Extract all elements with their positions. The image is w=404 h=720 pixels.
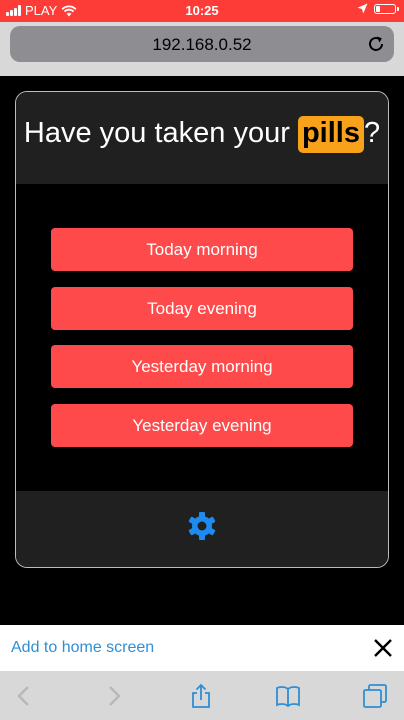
gear-icon[interactable] [187, 511, 217, 541]
title-text: Have you taken your [23, 117, 298, 149]
browser-toolbar [0, 671, 404, 720]
page-title: Have you taken your pills? [16, 116, 388, 153]
status-right [357, 3, 399, 14]
status-bar: PLAY 10:25 [0, 0, 404, 22]
today-evening-button[interactable]: Today evening [51, 286, 353, 330]
status-time: 10:25 [185, 3, 219, 18]
reload-icon[interactable] [366, 34, 386, 54]
forward-icon[interactable] [100, 683, 126, 709]
title-highlight: pills [297, 116, 364, 153]
battery-fill [376, 5, 380, 12]
back-icon[interactable] [12, 683, 38, 709]
close-icon[interactable] [373, 638, 393, 658]
bookmarks-icon[interactable] [275, 683, 301, 709]
card-header: Have you taken your pills? [16, 92, 388, 184]
answer-buttons: Today morning Today evening Yesterday mo… [51, 228, 353, 462]
url-field[interactable]: 192.168.0.52 [10, 26, 394, 62]
share-icon[interactable] [188, 683, 214, 709]
battery-icon [374, 3, 399, 14]
title-question-mark: ? [363, 117, 381, 149]
tabs-icon[interactable] [362, 683, 388, 709]
add-to-home-link[interactable]: Add to home screen [11, 639, 154, 657]
card-footer [16, 491, 388, 567]
location-icon [357, 3, 368, 14]
pills-card: Have you taken your pills? Today morning… [15, 91, 389, 568]
yesterday-evening-button[interactable]: Yesterday evening [51, 403, 353, 447]
add-to-home-banner: Add to home screen [0, 625, 404, 671]
browser-address-bar: 192.168.0.52 [0, 22, 404, 76]
yesterday-morning-button[interactable]: Yesterday morning [51, 345, 353, 388]
today-morning-button[interactable]: Today morning [51, 228, 353, 271]
url-text[interactable]: 192.168.0.52 [10, 35, 394, 55]
